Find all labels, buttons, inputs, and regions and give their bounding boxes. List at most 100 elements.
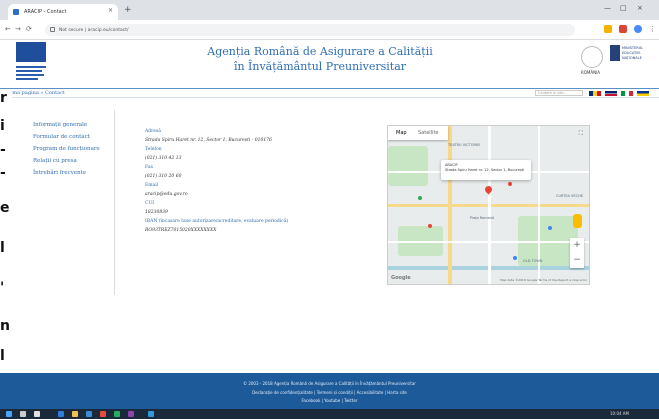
chrome-icon[interactable] bbox=[114, 411, 120, 417]
taskbar: 10:04 AM bbox=[0, 409, 659, 419]
pegman-icon[interactable] bbox=[573, 214, 582, 228]
sidebar-item-program-functionare[interactable]: Program de funcționare bbox=[33, 143, 113, 155]
new-tab-button[interactable]: + bbox=[124, 5, 132, 15]
map-poi-icon[interactable] bbox=[418, 196, 422, 200]
strip-char: i bbox=[0, 118, 5, 134]
search-input[interactable]: Cautare in site... bbox=[535, 90, 583, 96]
contact-details: Adresă Strada Spiru Haret nr. 12, Sector… bbox=[145, 127, 345, 235]
forward-icon[interactable]: → bbox=[15, 25, 21, 33]
edge-icon[interactable] bbox=[58, 411, 64, 417]
browser-toolbar: ← → ⟳ Not secure | aracip.eu/contact/ ⋮ bbox=[0, 20, 659, 40]
map-poi-icon[interactable] bbox=[513, 256, 517, 260]
zoom-out-button[interactable]: − bbox=[570, 253, 584, 268]
phone-value[interactable]: (021) 310 42 13 bbox=[145, 154, 345, 163]
map-poi-icon[interactable] bbox=[428, 224, 432, 228]
map-label: CURTEA VECHE bbox=[556, 194, 583, 198]
ministry-logo[interactable] bbox=[610, 45, 620, 61]
breadcrumb[interactable]: Prima pagina » Contact bbox=[5, 90, 65, 96]
italian-flag-icon[interactable] bbox=[621, 91, 633, 96]
back-icon[interactable]: ← bbox=[5, 25, 11, 33]
bookmark-star-icon[interactable] bbox=[604, 25, 612, 33]
app-icon[interactable] bbox=[128, 411, 134, 417]
sidebar-item-informatii-generale[interactable]: Informații generale bbox=[33, 119, 113, 131]
task-view-icon[interactable] bbox=[34, 411, 40, 417]
footer-copyright: © 2003 - 2018 Agenția Română de Asigurar… bbox=[243, 381, 416, 386]
sidebar-item-formular-contact[interactable]: Formular de contact bbox=[33, 131, 113, 143]
browser-tab[interactable]: ARACIP - Contact × bbox=[8, 4, 118, 20]
map-road bbox=[388, 241, 589, 243]
romania-100-logo[interactable] bbox=[581, 46, 603, 68]
app-icon[interactable] bbox=[148, 411, 154, 417]
logo-mark bbox=[16, 42, 46, 62]
site-header: Agenția Română de Asigurare a Calității … bbox=[0, 40, 659, 88]
aracip-logo[interactable] bbox=[16, 42, 46, 82]
embedded-map[interactable]: TEATRU VICTORIEI CURTEA VECHE OLD TOWN P… bbox=[387, 125, 590, 285]
extension-icon[interactable] bbox=[619, 25, 627, 33]
map-tab-satellite[interactable]: Satellite bbox=[418, 130, 438, 136]
phone-label: Telefon bbox=[145, 147, 162, 152]
strip-char: - bbox=[0, 165, 6, 181]
iban-value: RO93TREZ7015020XXXXXXXX bbox=[145, 228, 217, 233]
fax-label: Fax bbox=[145, 165, 154, 170]
map-label: OLD TOWN bbox=[523, 259, 543, 263]
site-footer: © 2003 - 2018 Agenția Română de Asigurar… bbox=[0, 373, 659, 409]
clock[interactable]: 10:04 AM bbox=[610, 411, 629, 416]
sidebar-item-intrebari-frecvente[interactable]: Întrebări frecvente bbox=[33, 167, 113, 179]
address-bar[interactable]: Not secure | aracip.eu/contact/ bbox=[45, 24, 575, 36]
info-icon[interactable] bbox=[50, 27, 55, 32]
map-label: TEATRU VICTORIEI bbox=[448, 143, 481, 147]
eu-flag-icon[interactable] bbox=[637, 91, 649, 96]
profile-icon[interactable] bbox=[634, 25, 642, 33]
google-logo[interactable]: Google bbox=[391, 275, 411, 281]
map-tab-map[interactable]: Map bbox=[396, 130, 407, 136]
close-window-button[interactable]: × bbox=[637, 4, 643, 12]
location-pin-icon[interactable] bbox=[483, 184, 494, 195]
ministry-caption: MINISTERUL EDUCAȚIEI NAȚIONALE bbox=[622, 46, 644, 60]
email-link[interactable]: aracip@edu.gov.ro bbox=[145, 190, 345, 199]
site-title: Agenția Română de Asigurare a Calității … bbox=[170, 44, 470, 74]
map-poi-icon[interactable] bbox=[508, 182, 512, 186]
cui-label: CUI bbox=[145, 201, 155, 206]
zoom-in-button[interactable]: + bbox=[570, 238, 584, 253]
romanian-flag-icon[interactable] bbox=[589, 91, 601, 96]
file-explorer-icon[interactable] bbox=[72, 411, 78, 417]
address-value: Strada Spiru Haret nr. 12, Sector 1, Buc… bbox=[145, 138, 272, 143]
footer-links[interactable]: Declarație de confidențialitate | Termen… bbox=[0, 390, 659, 395]
sidebar-item-relatii-presa[interactable]: Relații cu presa bbox=[33, 155, 113, 167]
sidebar-divider bbox=[114, 110, 115, 295]
strip-char: l bbox=[0, 240, 5, 256]
fullscreen-icon[interactable]: ⛶ bbox=[579, 130, 583, 138]
map-poi-icon[interactable] bbox=[548, 226, 552, 230]
minimize-button[interactable]: — bbox=[604, 4, 611, 12]
cui-value: 18230839 bbox=[145, 210, 168, 215]
app-icon[interactable] bbox=[86, 411, 92, 417]
english-flag-icon[interactable] bbox=[605, 91, 617, 96]
menu-icon[interactable]: ⋮ bbox=[649, 25, 656, 33]
map-road bbox=[488, 126, 491, 284]
address-label: Adresă bbox=[145, 129, 161, 134]
map-type-toggle: Map Satellite bbox=[388, 126, 448, 140]
fax-value: (021) 310 20 60 bbox=[145, 174, 182, 179]
start-icon[interactable] bbox=[6, 411, 12, 417]
favicon-icon bbox=[13, 9, 19, 15]
strip-char: e bbox=[0, 200, 10, 216]
strip-char: r bbox=[0, 90, 7, 106]
close-tab-icon[interactable]: × bbox=[108, 7, 113, 14]
email-label: Email bbox=[145, 183, 159, 188]
strip-char: l bbox=[0, 348, 5, 364]
map-park bbox=[388, 146, 428, 186]
reload-icon[interactable]: ⟳ bbox=[26, 25, 32, 33]
romania-caption: ROMÂNIA bbox=[581, 70, 601, 75]
app-icon[interactable] bbox=[100, 411, 106, 417]
map-attribution[interactable]: Map data ©2018 Google Terms of Use Repor… bbox=[500, 278, 587, 282]
breadcrumb-bar: Prima pagina » Contact Cautare in site..… bbox=[0, 88, 659, 98]
search-icon[interactable] bbox=[20, 411, 26, 417]
sidebar: Informații generale Formular de contact … bbox=[33, 119, 113, 179]
info-address: Strada Spiru Haret nr. 12, Sector 1, Buc… bbox=[445, 168, 525, 172]
maximize-button[interactable]: □ bbox=[620, 4, 627, 12]
browser-tab-bar: ARACIP - Contact × + — □ × bbox=[0, 0, 659, 20]
footer-social-links[interactable]: Facebook | Youtube | Twitter bbox=[0, 398, 659, 403]
strip-char: - bbox=[0, 142, 6, 158]
strip-char: ' bbox=[0, 280, 5, 296]
url-text: Not secure | aracip.eu/contact/ bbox=[59, 27, 129, 33]
